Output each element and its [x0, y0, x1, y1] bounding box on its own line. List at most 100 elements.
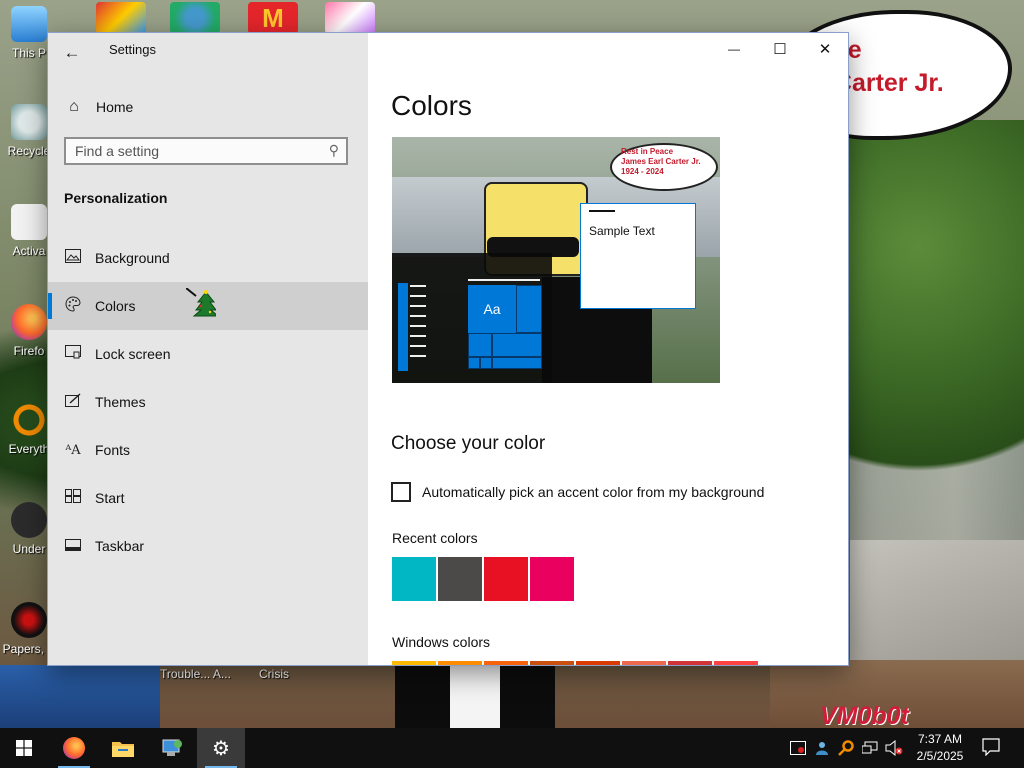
wallpaper-character — [395, 665, 555, 728]
taskbar-settings[interactable]: ⚙ — [197, 728, 245, 768]
firefox-icon — [63, 737, 85, 759]
windows-color-swatch[interactable] — [576, 661, 620, 665]
preview-tile — [492, 357, 542, 369]
windows-color-swatch[interactable] — [622, 661, 666, 665]
preview-menu-line — [410, 335, 426, 337]
windows-logo-icon — [16, 740, 32, 756]
color-preview: Rest in Peace James Earl Carter Jr. 1924… — [392, 137, 720, 383]
themes-brush-icon — [63, 393, 83, 411]
sidebar-item-label: Lock screen — [95, 346, 171, 362]
tree-cursor-icon — [185, 287, 220, 318]
maximize-button[interactable]: ☐ — [757, 33, 803, 65]
sidebar-item-background[interactable]: Background — [48, 234, 368, 282]
selection-indicator — [48, 389, 52, 415]
taskbar-control-panel[interactable] — [148, 728, 196, 768]
desktop-icon-label[interactable]: Crisis — [259, 667, 289, 681]
desktop-app-icon[interactable] — [96, 2, 146, 34]
recent-color-swatch[interactable] — [530, 557, 574, 601]
window-title: Settings — [109, 42, 156, 57]
windows-color-swatch[interactable] — [484, 661, 528, 665]
desktop-icon-label[interactable]: Trouble... A... — [160, 667, 231, 681]
wallpaper-blue-area — [0, 665, 160, 728]
sidebar-item-label: Themes — [95, 394, 146, 410]
sidebar-item-label: Fonts — [95, 442, 131, 458]
home-label: Home — [96, 99, 134, 115]
windows-color-swatch[interactable] — [714, 661, 758, 665]
windows-color-swatch[interactable] — [392, 661, 436, 665]
settings-window: ← Settings ⌂ Home ⚲ Personalization Back… — [48, 33, 848, 665]
sidebar-item-fonts[interactable]: ᴬA Fonts — [48, 426, 368, 474]
picture-icon — [63, 249, 83, 267]
search-icon[interactable]: ⚲ — [329, 142, 339, 159]
papers-please-icon — [11, 602, 47, 638]
sidebar-item-label: Colors — [95, 298, 136, 314]
computer-icon — [11, 6, 47, 42]
preview-menu-line — [410, 345, 426, 347]
selection-indicator — [48, 293, 52, 319]
windows-color-swatch[interactable] — [668, 661, 712, 665]
preview-bubble-text: Rest in Peace James Earl Carter Jr. 1924… — [621, 147, 701, 176]
recent-color-swatch[interactable] — [484, 557, 528, 601]
people-tray-icon[interactable] — [812, 738, 832, 758]
preview-start-column — [398, 283, 408, 371]
search-input[interactable] — [66, 139, 325, 163]
taskbar-firefox[interactable] — [50, 728, 98, 768]
search-box[interactable]: ⚲ — [64, 137, 348, 165]
monitor-lock-icon — [63, 345, 83, 363]
desktop-icon-label: Everyth — [8, 442, 50, 456]
wallpaper-tree — [848, 120, 1024, 540]
sidebar-item-label: Background — [95, 250, 170, 266]
minimize-button[interactable]: — — [711, 33, 757, 65]
windows-color-swatch[interactable] — [530, 661, 574, 665]
close-icon: ✕ — [818, 41, 832, 58]
start-button[interactable] — [0, 728, 48, 768]
start-grid-icon — [63, 489, 83, 507]
desktop-icon-label: This P — [11, 46, 46, 60]
auto-accent-checkbox[interactable] — [391, 482, 411, 502]
preview-menu-line — [410, 315, 426, 317]
system-clock[interactable]: 7:37 AM 2/5/2025 — [910, 731, 970, 765]
preview-menu-line — [410, 285, 426, 287]
network-icon[interactable] — [860, 738, 880, 758]
recent-colors — [392, 557, 576, 601]
selection-indicator — [48, 245, 52, 271]
security-tray-icon[interactable] — [788, 738, 808, 758]
windows-color-swatch[interactable] — [438, 661, 482, 665]
preview-menu-line — [410, 295, 426, 297]
taskbar-file-explorer[interactable] — [99, 728, 147, 768]
recent-color-swatch[interactable] — [438, 557, 482, 601]
preview-menu-line — [410, 305, 426, 307]
sidebar-item-taskbar[interactable]: Taskbar — [48, 522, 368, 570]
minimize-icon: — — [728, 42, 740, 56]
recycle-bin-icon — [11, 104, 47, 140]
selection-indicator — [48, 533, 52, 559]
back-button[interactable]: ← — [58, 39, 86, 67]
home-nav-item[interactable]: ⌂ Home — [48, 91, 368, 123]
palette-icon — [63, 296, 83, 316]
document-icon — [11, 204, 47, 240]
back-arrow-icon: ← — [63, 43, 81, 62]
recent-color-swatch[interactable] — [392, 557, 436, 601]
sidebar-item-start[interactable]: Start — [48, 474, 368, 522]
auto-accent-option[interactable]: Automatically pick an accent color from … — [391, 482, 764, 502]
desktop-app-icon[interactable] — [170, 2, 220, 34]
preview-tile: Aa — [468, 285, 516, 333]
desktop-icon-label: Activa — [12, 244, 46, 258]
sidebar-item-lock-screen[interactable]: Lock screen — [48, 330, 368, 378]
mcdonalds-icon[interactable]: M — [248, 2, 298, 34]
volume-muted-icon[interactable] — [884, 738, 904, 758]
recent-colors-label: Recent colors — [392, 530, 478, 546]
close-button[interactable]: ✕ — [802, 33, 848, 65]
wallpaper-watermark: VM0b0t — [820, 702, 909, 728]
desktop-app-icon[interactable] — [325, 2, 375, 34]
auto-accent-label[interactable]: Automatically pick an accent color from … — [422, 484, 764, 500]
notifications-icon[interactable] — [981, 737, 1001, 757]
page-title: Colors — [391, 90, 472, 121]
sidebar-item-themes[interactable]: Themes — [48, 378, 368, 426]
clock-date: 2/5/2025 — [916, 749, 964, 763]
search-everything-tray-icon[interactable] — [836, 738, 856, 758]
settings-sidebar: ← Settings ⌂ Home ⚲ Personalization Back… — [48, 33, 368, 665]
choose-color-heading: Choose your color — [391, 433, 546, 454]
desktop-icon-label: Firefo — [13, 344, 45, 358]
section-title: Personalization — [64, 190, 168, 206]
